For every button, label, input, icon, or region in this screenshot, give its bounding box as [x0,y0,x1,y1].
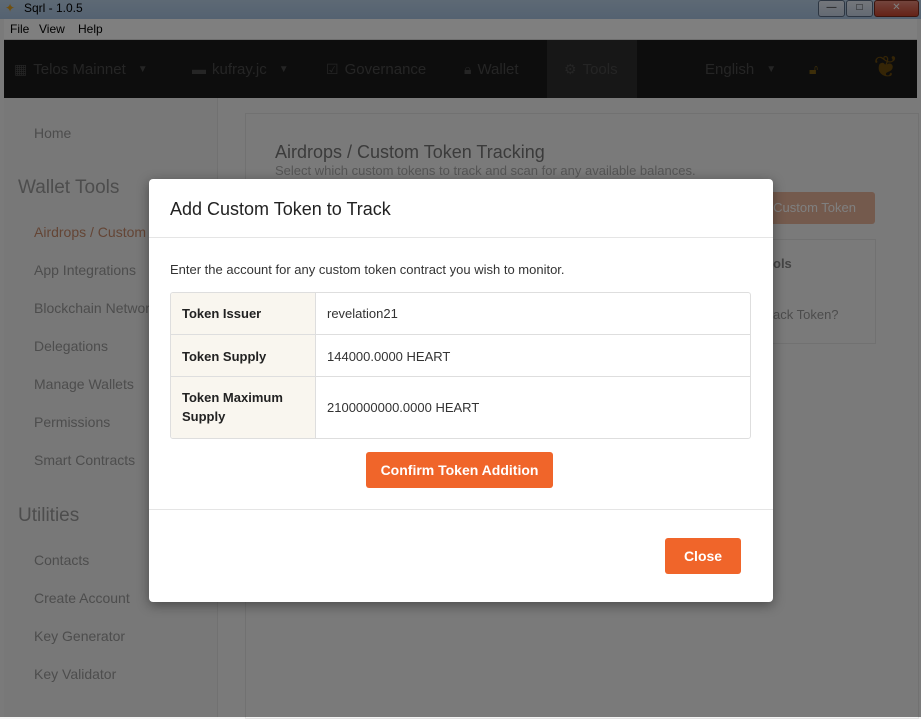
table-label-cell: Token Supply [171,335,316,377]
modal-title: Add Custom Token to Track [170,199,391,219]
token-issuer-label: Token Issuer [182,306,262,321]
modal-description: Enter the account for any custom token c… [170,262,565,277]
confirm-token-addition-button[interactable]: Confirm Token Addition [366,452,553,488]
token-supply-value: 144000.0000 HEART [327,349,451,364]
table-row: Token Issuer revelation21 [171,293,750,334]
token-issuer-value: revelation21 [327,306,398,321]
token-supply-label: Token Supply [182,349,267,364]
table-label-cell: Token Maximum Supply [171,377,316,438]
close-button[interactable]: Close [665,538,741,574]
table-label-cell: Token Issuer [171,293,316,334]
token-max-supply-label-line2: Supply [182,409,226,424]
token-max-supply-label-line1: Token Maximum [182,390,283,405]
table-row: Token Maximum Supply 2100000000.0000 HEA… [171,376,750,438]
table-row: Token Supply 144000.0000 HEART [171,334,750,377]
add-token-modal: Add Custom Token to Track Enter the acco… [149,179,773,602]
token-details-table: Token Issuer revelation21 Token Supply 1… [170,292,751,439]
modal-divider [149,509,773,510]
modal-divider [149,237,773,238]
token-max-supply-value: 2100000000.0000 HEART [327,400,480,415]
